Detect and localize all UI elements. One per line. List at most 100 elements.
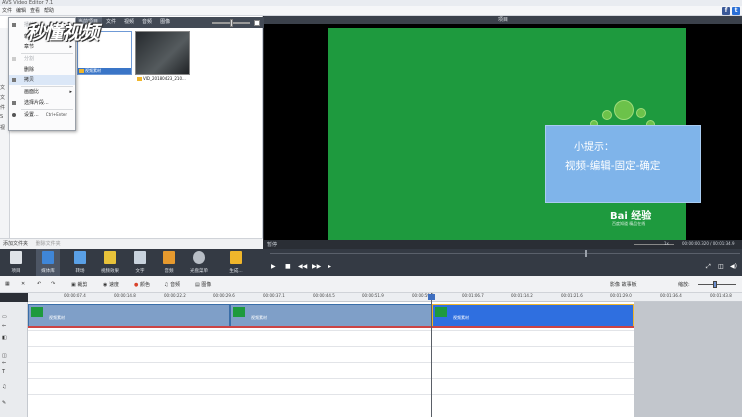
zoom-knob[interactable] [713, 281, 717, 288]
audio-tool-button[interactable]: ♫ 音频 [164, 281, 180, 288]
stop-icon[interactable]: ■ [285, 263, 291, 270]
volume-icon[interactable]: ◀) [730, 263, 737, 270]
video-clip-selected[interactable]: 视频素材 [432, 304, 634, 327]
tab-files[interactable]: 文件 [102, 17, 120, 28]
project-icon [10, 251, 22, 264]
menu-item-copy[interactable]: 拷贝 [9, 75, 75, 85]
menu-bar: 文件 编辑 查看 帮助 [0, 6, 742, 16]
view-mode-icon[interactable] [254, 20, 260, 26]
menu-item-aspect[interactable]: 画面比 ▸ [9, 87, 75, 97]
ruler-tick: 00:01:36.4 [660, 293, 682, 298]
play-icon[interactable]: ▶ [271, 263, 276, 270]
produce-button[interactable]: 生成... [224, 249, 248, 276]
voice-track-icon[interactable]: ✎ [2, 400, 6, 406]
toolbar-label: 光盘菜单 [190, 269, 208, 274]
effect-track-icon[interactable]: ◧ [2, 335, 7, 341]
snapshot-icon[interactable]: ◫ [718, 263, 724, 270]
storyboard-toggle[interactable]: 影像 故事板 [610, 281, 637, 288]
tip-box: 小提示： 视频-编辑-固定-确定 [545, 125, 701, 203]
social-icons: f t [722, 6, 740, 16]
decor-bubble [636, 108, 646, 118]
ruler-tick: 00:01:06.7 [462, 293, 484, 298]
produce-icon [230, 251, 242, 264]
toolbar-label: 项目 [11, 269, 21, 274]
clip-thumbnail [31, 307, 43, 317]
more-icon[interactable]: ▸ [328, 263, 331, 270]
tip-title: 小提示： [574, 142, 614, 153]
next-frame-icon[interactable]: ▶▶ [312, 263, 321, 270]
tip-body: 视频-编辑-固定-确定 [565, 160, 661, 172]
video-effects-button[interactable]: 视频效果 [98, 249, 122, 276]
disc-menu-button[interactable]: 光盘菜单 [187, 249, 211, 276]
text-track-icon[interactable]: T [2, 369, 5, 375]
insert-arrow-icon[interactable]: ⇐ [2, 323, 6, 329]
toolbar-label: 媒体库 [41, 269, 55, 274]
color-button[interactable]: ● 颜色 [134, 281, 150, 288]
overlay-track-icon[interactable]: ◫ [2, 353, 7, 359]
fullscreen-icon[interactable]: ⤢ [706, 263, 711, 271]
music-track-icon[interactable]: ♫ [2, 384, 6, 390]
speed-button[interactable]: ◉ 速度 [103, 281, 119, 288]
toolbar-label: 生成... [229, 269, 243, 274]
seek-bar[interactable] [270, 253, 740, 254]
project-button[interactable]: 项目 [4, 249, 28, 276]
video-clip[interactable]: 视频素材 [28, 304, 230, 327]
media-library-button[interactable]: 媒体库 [36, 249, 60, 276]
menu-file[interactable]: 文件 [0, 6, 14, 16]
video-clip[interactable]: 视频素材 [230, 304, 432, 327]
gear-icon [12, 113, 16, 117]
image-tool-button[interactable]: ▤ 图像 [195, 281, 211, 288]
redo-icon[interactable]: ↷ [51, 281, 55, 287]
menu-item-settings[interactable]: 设置... Ctrl+Enter [9, 110, 75, 120]
audio-button[interactable]: 音频 [157, 249, 181, 276]
menu-item-delete[interactable]: 删除 [9, 65, 75, 75]
tab-audio[interactable]: 图像 [156, 17, 174, 28]
media-item-video[interactable]: VID_20180423_210... [135, 31, 190, 81]
delete-icon[interactable]: ✕ [21, 281, 25, 287]
transitions-button[interactable]: 转场 [68, 249, 92, 276]
decor-bubble [602, 110, 612, 120]
menu-help[interactable]: 帮助 [42, 6, 56, 16]
ruler-tick: 00:00:29.6 [213, 293, 235, 298]
playhead-handle[interactable] [428, 294, 435, 300]
tab-video[interactable]: 视频 [120, 17, 138, 28]
text-icon [134, 251, 146, 264]
preview-header: 项目 [264, 16, 742, 24]
media-item-label: VID_20180423_210... [143, 76, 186, 81]
video-track-icon[interactable]: ▭ [2, 314, 7, 320]
thumb-zoom-knob[interactable] [230, 19, 233, 27]
menu-item-label: 删除 [24, 67, 35, 73]
disc-icon [193, 251, 205, 264]
menu-view[interactable]: 查看 [28, 6, 42, 16]
media-footer: 添加文件夹 删除文件夹 [0, 238, 263, 249]
menu-item-label: 设置... [24, 112, 39, 118]
prev-frame-icon[interactable]: ◀◀ [298, 263, 307, 270]
baidu-subtitle: 百度知道 精品在线 [612, 221, 646, 226]
insert-arrow-icon[interactable]: ⇐ [2, 360, 6, 366]
menu-edit[interactable]: 编辑 [14, 6, 28, 16]
twitter-icon[interactable]: t [732, 7, 740, 15]
ruler-tick: 00:01:29.0 [610, 293, 632, 298]
seek-knob[interactable] [585, 250, 587, 257]
zoom-slider[interactable] [698, 284, 736, 285]
facebook-icon[interactable]: f [722, 7, 730, 15]
ruler-tick: 00:00:14.8 [114, 293, 136, 298]
play-icon [12, 23, 16, 27]
zoom-label: 缩放: [678, 282, 690, 288]
playhead[interactable] [431, 293, 432, 417]
time-readout: 00:00:00.320 / 00:01:34.9 [682, 241, 735, 246]
storyboard-icon[interactable]: ▦ [5, 281, 10, 287]
video-file-icon [137, 77, 142, 81]
tab-image[interactable]: 音频 [138, 17, 156, 28]
transitions-icon [74, 251, 86, 264]
menu-item-split[interactable]: 分割 [9, 54, 75, 64]
ruler-tick: 00:01:14.2 [511, 293, 533, 298]
text-button[interactable]: 文字 [128, 249, 152, 276]
trim-button[interactable]: ▣ 裁剪 [71, 281, 87, 288]
ruler-tick: 00:00:37.1 [263, 293, 285, 298]
undo-icon[interactable]: ↶ [37, 281, 41, 287]
clip-label: 视频素材 [453, 315, 469, 320]
menu-item-label: 拷贝 [24, 77, 35, 83]
menu-item-select-segment[interactable]: 选择片段... [9, 98, 75, 108]
time-ruler[interactable]: 00:00:07.4 00:00:14.8 00:00:22.2 00:00:2… [28, 293, 742, 302]
